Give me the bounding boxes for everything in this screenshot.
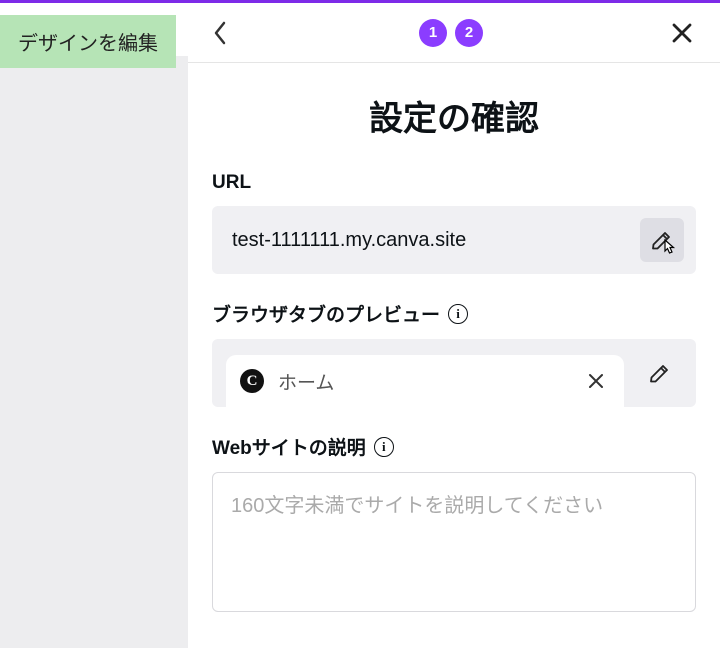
close-icon — [587, 372, 605, 390]
step-2-button[interactable]: 2 — [455, 19, 483, 47]
panel-header: 1 2 — [188, 3, 720, 63]
pencil-icon — [648, 361, 672, 385]
step-1-button[interactable]: 1 — [419, 19, 447, 47]
favicon-icon: C — [240, 369, 264, 393]
step-indicator: 1 2 — [419, 19, 483, 47]
tab-preview-label: ブラウザタブのプレビュー i — [212, 300, 696, 327]
tab-close-button[interactable] — [582, 367, 610, 395]
tab-title-text: ホーム — [278, 368, 568, 395]
description-label: Webサイトの説明 i — [212, 433, 696, 460]
url-value: test-1111111.my.canva.site — [232, 229, 466, 252]
info-icon[interactable]: i — [448, 304, 468, 324]
close-button[interactable] — [662, 13, 702, 53]
page-title: 設定の確認 — [212, 91, 696, 140]
url-label: URL — [212, 172, 696, 194]
info-icon[interactable]: i — [374, 437, 394, 457]
description-label-text: Webサイトの説明 — [212, 433, 366, 460]
left-background-area — [0, 56, 188, 648]
edit-design-badge[interactable]: デザインを編集 — [0, 15, 176, 68]
chevron-left-icon — [212, 20, 228, 46]
description-textarea[interactable] — [212, 472, 696, 612]
tab-preview-row: C ホーム — [212, 339, 696, 407]
pencil-icon — [650, 228, 674, 252]
settings-panel: 1 2 設定の確認 URL test-1111111.my.canva.site — [188, 3, 720, 648]
edit-url-button[interactable] — [640, 218, 684, 262]
browser-tab-preview: C ホーム — [226, 355, 624, 407]
tab-preview-label-text: ブラウザタブのプレビュー — [212, 300, 440, 327]
back-button[interactable] — [200, 13, 240, 53]
url-field-row: test-1111111.my.canva.site — [212, 206, 696, 274]
panel-content: 設定の確認 URL test-1111111.my.canva.site ブラウ… — [188, 63, 720, 617]
edit-tab-button[interactable] — [638, 351, 682, 395]
close-icon — [670, 21, 694, 45]
